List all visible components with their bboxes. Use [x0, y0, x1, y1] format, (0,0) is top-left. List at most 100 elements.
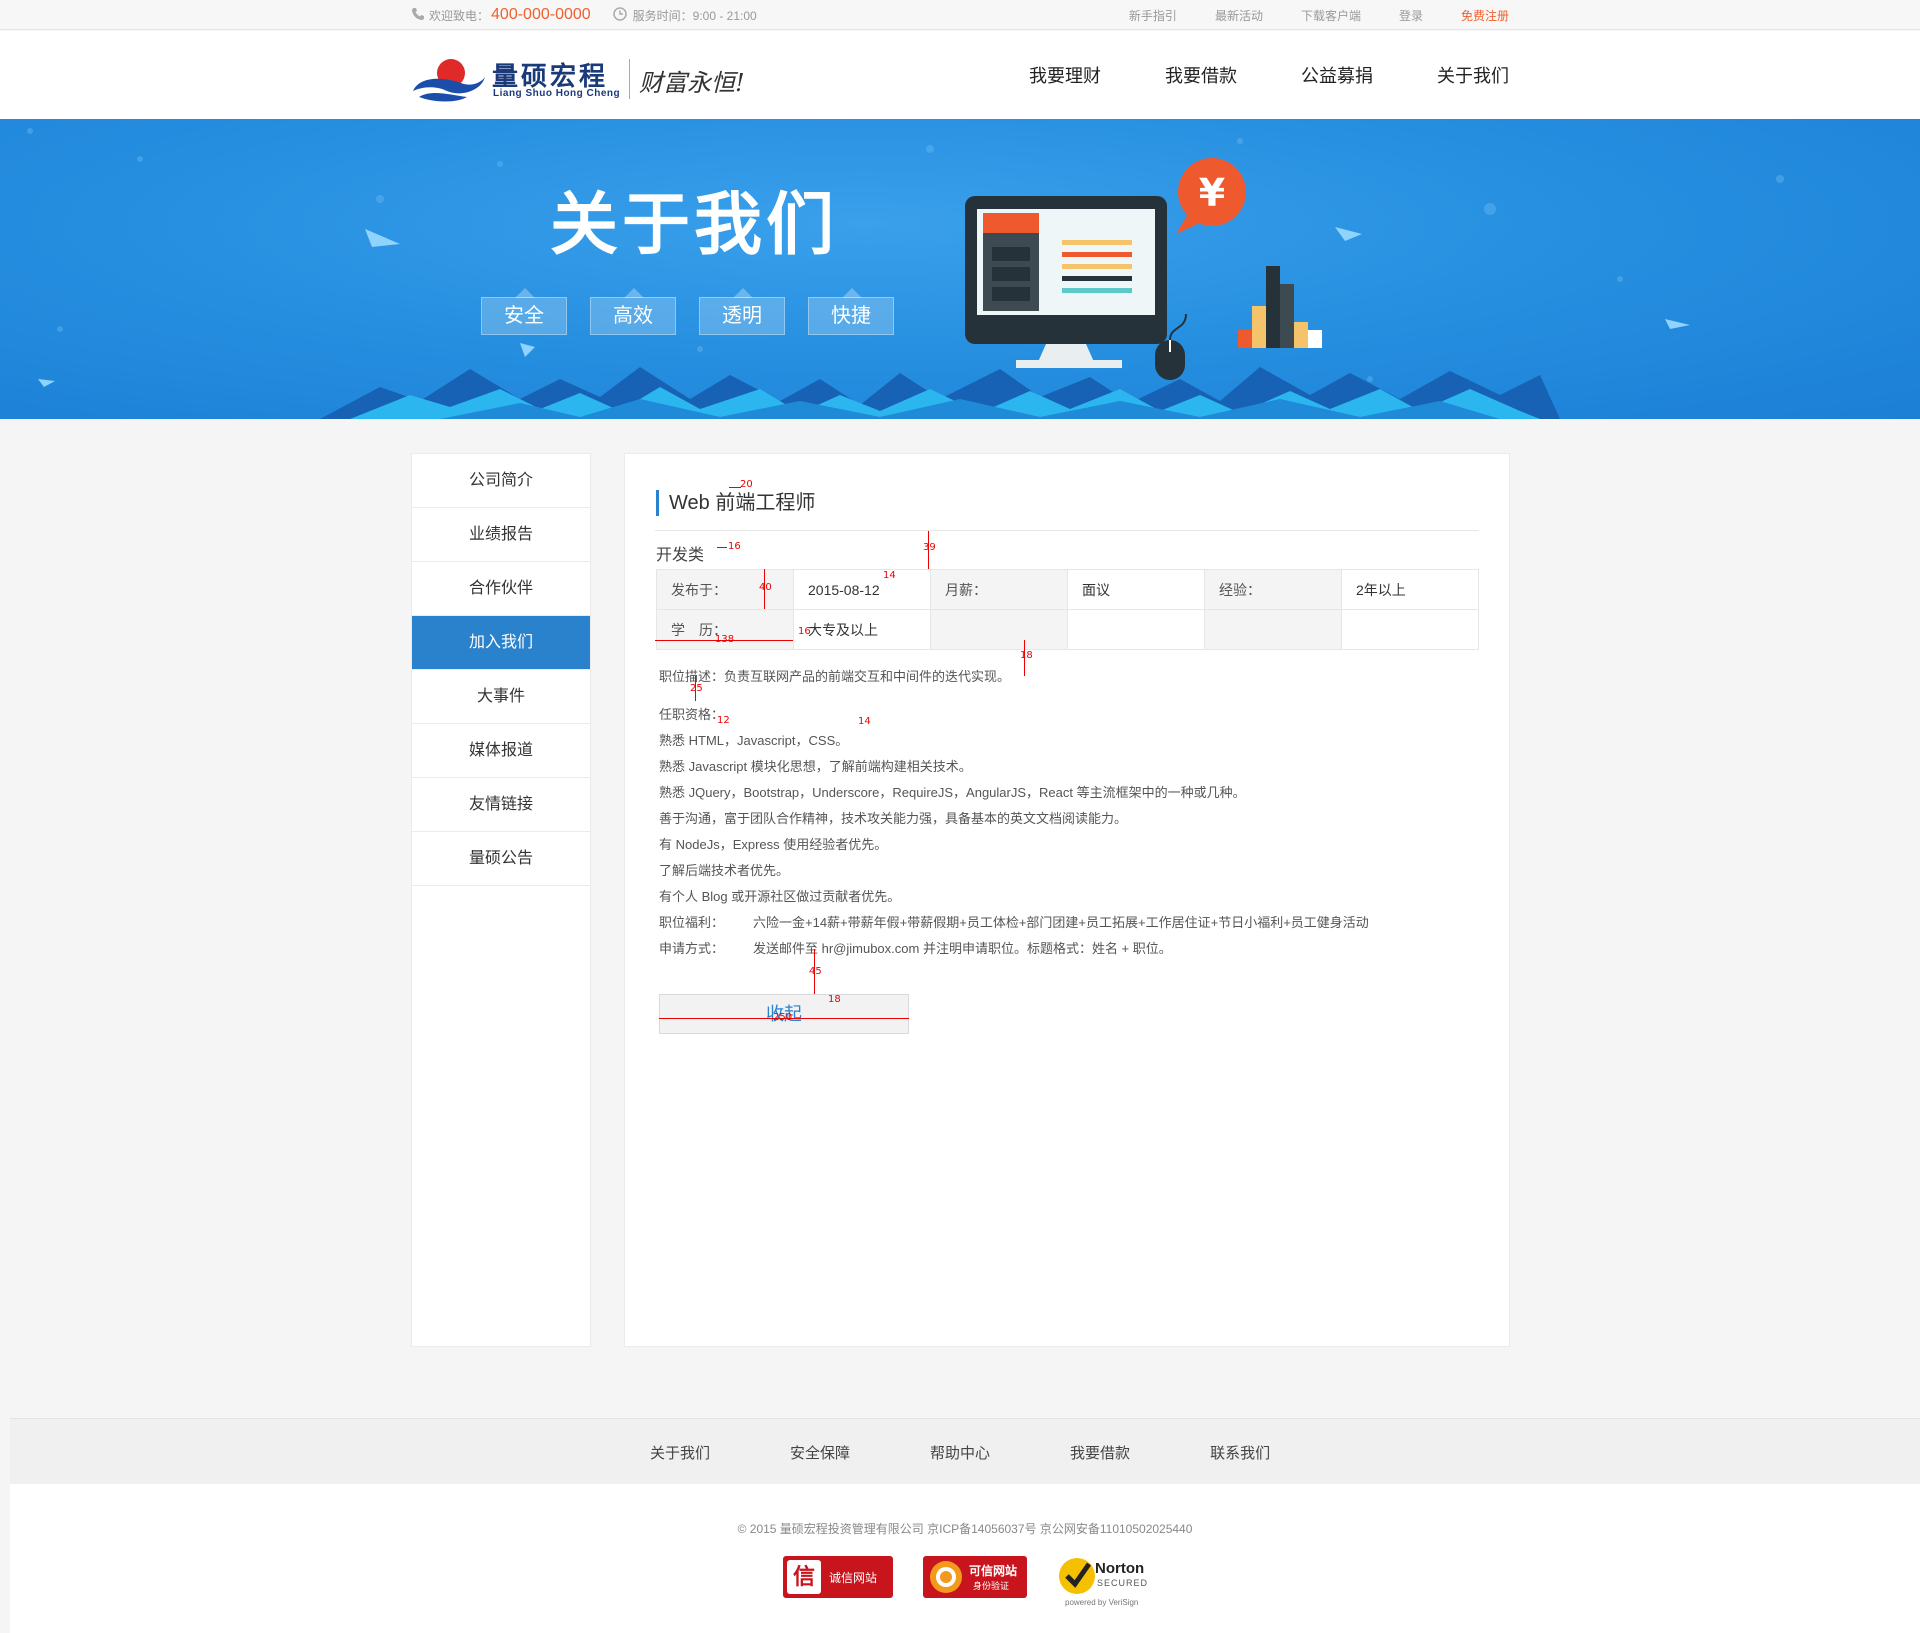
- job-info-table: 发布于： 2015-08-12 月薪： 面议 经验： 2年以上 学 历： 大专及…: [656, 569, 1479, 650]
- spec-annotation: 18: [828, 994, 841, 1005]
- spec-annotation: 12: [717, 715, 730, 726]
- trusted-site-badge[interactable]: 可信网站 身份验证: [923, 1556, 1027, 1598]
- job-detail-panel: Web 前端工程师 开发类 发布于： 2015-08-12 月薪： 面议 经验：…: [624, 453, 1510, 1347]
- download-client-link[interactable]: 下载客户端: [1301, 7, 1361, 24]
- job-title: Web 前端工程师: [656, 490, 815, 516]
- requirements-title: 任职资格：: [659, 707, 725, 722]
- service-hours: 服务时间：9:00 - 21:00: [632, 8, 757, 23]
- nav-borrow[interactable]: 我要借款: [1165, 62, 1237, 88]
- footer-link-security[interactable]: 安全保障: [790, 1442, 850, 1463]
- job-description: 职位描述：负责互联网产品的前端交互和中间件的迭代实现。 任职资格： 熟悉 HTM…: [659, 664, 1499, 962]
- site-footer: © 2015 量硕宏程投资管理有限公司 京ICP备14056037号 京公网安备…: [10, 1484, 1920, 1633]
- sidebar-item-join-us[interactable]: 加入我们: [412, 616, 590, 670]
- clock-icon: [612, 6, 627, 24]
- spec-annotation: 20: [740, 479, 753, 490]
- spec-annotation: 25: [690, 683, 703, 694]
- spec-annotation: 18: [1020, 650, 1033, 661]
- about-sidebar: 公司简介 业绩报告 合作伙伴 加入我们 大事件 媒体报道 友情链接 量硕公告: [411, 453, 591, 1347]
- logo[interactable]: 量硕宏程 Liang Shuo Hong Cheng 财富永恒!: [411, 53, 751, 103]
- footer-nav: 关于我们 安全保障 帮助中心 我要借款 联系我们: [10, 1418, 1920, 1484]
- spec-annotation: 14: [883, 570, 896, 581]
- tag-transparent: 透明: [699, 288, 785, 335]
- newbie-guide-link[interactable]: 新手指引: [1129, 7, 1177, 24]
- table-cell: 2015-08-12: [793, 569, 931, 610]
- table-cell: 经验：: [1204, 569, 1342, 610]
- list-item: 善于沟通，富于团队合作精神，技术攻关能力强，具备基本的英文文档阅读能力。: [659, 811, 1128, 826]
- spec-annotation: 250: [773, 1012, 793, 1023]
- top-bar: 欢迎致电： 400-000-0000 服务时间：9:00 - 21:00 新手指…: [0, 0, 1920, 30]
- sidebar-item-performance[interactable]: 业绩报告: [412, 508, 590, 562]
- table-cell: 面议: [1067, 569, 1205, 610]
- credit-site-badge[interactable]: 信 诚信网站: [783, 1556, 893, 1598]
- list-item: 有个人 Blog 或开源社区做过贡献者优先。: [659, 889, 901, 904]
- spec-annotation: 39: [923, 542, 936, 553]
- table-row: 发布于： 2015-08-12 月薪： 面议 经验： 2年以上: [656, 569, 1479, 610]
- latest-events-link[interactable]: 最新活动: [1215, 7, 1263, 24]
- benefits-value: 六险一金+14薪+带薪年假+带薪假期+员工体检+部门团建+员工拓展+工作居住证+…: [753, 915, 1369, 930]
- trusted-site-sub: 身份验证: [973, 1581, 1010, 1591]
- footer-link-about[interactable]: 关于我们: [650, 1442, 710, 1463]
- nav-invest[interactable]: 我要理财: [1029, 62, 1101, 88]
- register-link[interactable]: 免费注册: [1461, 7, 1509, 24]
- norton-label: Norton: [1095, 1560, 1145, 1577]
- hero-banner: 关于我们 安全 高效 透明 快捷 ¥: [0, 119, 1920, 419]
- slogan: 财富永恒!: [639, 69, 745, 97]
- table-cell: [1067, 609, 1205, 650]
- list-item: 了解后端技术者优先。: [659, 863, 790, 878]
- banner-tags: 安全 高效 透明 快捷: [481, 288, 917, 335]
- list-item: 有 NodeJs，Express 使用经验者优先。: [659, 837, 888, 852]
- table-cell: 2年以上: [1341, 569, 1479, 610]
- footer-link-contact[interactable]: 联系我们: [1210, 1442, 1270, 1463]
- currency-symbol: ¥: [1199, 171, 1225, 215]
- sidebar-item-announcements[interactable]: 量硕公告: [412, 832, 590, 886]
- list-item: 熟悉 HTML，Javascript，CSS。: [659, 733, 849, 748]
- norton-secured-label: SECURED: [1097, 1578, 1149, 1588]
- spec-annotation: 16: [728, 541, 741, 552]
- trusted-site-label: 可信网站: [969, 1564, 1018, 1578]
- table-cell: 大专及以上: [793, 609, 931, 650]
- login-link[interactable]: 登录: [1399, 7, 1423, 24]
- spec-annotation: 45: [809, 966, 822, 977]
- brand-pinyin: Liang Shuo Hong Cheng: [493, 88, 621, 99]
- tag-efficient: 高效: [590, 288, 676, 335]
- nav-about[interactable]: 关于我们: [1437, 62, 1509, 88]
- sidebar-item-links[interactable]: 友情链接: [412, 778, 590, 832]
- table-cell: [930, 609, 1068, 650]
- apply-label: 申请方式：: [659, 941, 725, 956]
- sidebar-item-milestones[interactable]: 大事件: [412, 670, 590, 724]
- logo-divider: [629, 59, 630, 99]
- site-header: 量硕宏程 Liang Shuo Hong Cheng 财富永恒! 我要理财 我要…: [0, 31, 1920, 119]
- tag-fast: 快捷: [808, 288, 894, 335]
- table-cell: 月薪：: [930, 569, 1068, 610]
- nav-charity[interactable]: 公益募捐: [1301, 62, 1373, 88]
- table-row: 学 历： 大专及以上: [656, 609, 1479, 650]
- table-cell: 发布于：: [656, 569, 794, 610]
- description-line: 职位描述：负责互联网产品的前端交互和中间件的迭代实现。: [659, 669, 1011, 684]
- spec-annotation: 138: [715, 634, 735, 645]
- title-divider: [655, 530, 1479, 531]
- phone-icon: [411, 7, 425, 24]
- norton-check-icon: [1059, 1558, 1095, 1594]
- logo-mark-icon: [413, 59, 485, 102]
- footer-link-help[interactable]: 帮助中心: [930, 1442, 990, 1463]
- sidebar-item-media[interactable]: 媒体报道: [412, 724, 590, 778]
- benefits-row: 职位福利： 六险一金+14薪+带薪年假+带薪假期+员工体检+部门团建+员工拓展+…: [659, 910, 1499, 936]
- apply-value: 发送邮件至 hr@jimubox.com 并注明申请职位。标题格式：姓名 + 职…: [753, 941, 1172, 956]
- spec-line: [729, 487, 741, 488]
- list-item: 熟悉 JQuery，Bootstrap，Underscore，RequireJS…: [659, 785, 1246, 800]
- banner-title: 关于我们: [550, 187, 839, 263]
- spec-annotation: 16: [798, 626, 811, 637]
- banner-mountains: [320, 367, 1560, 419]
- tag-safe: 安全: [481, 288, 567, 335]
- phone-number: 400-000-0000: [491, 6, 591, 23]
- trusted-site-icon: [930, 1561, 962, 1593]
- job-category: 开发类: [656, 547, 705, 564]
- norton-secured-badge[interactable]: Norton SECURED powered by VeriSign: [1057, 1556, 1157, 1607]
- trust-badges: 信 诚信网站 可信网站 身份验证 Norton SECURED powered …: [783, 1556, 1187, 1607]
- footer-link-borrow[interactable]: 我要借款: [1070, 1442, 1130, 1463]
- sidebar-item-company-intro[interactable]: 公司简介: [412, 454, 590, 508]
- main-nav: 我要理财 我要借款 公益募捐 关于我们: [965, 31, 1509, 119]
- table-cell: [1341, 609, 1479, 650]
- norton-powered: powered by VeriSign: [1065, 1598, 1139, 1607]
- sidebar-item-partners[interactable]: 合作伙伴: [412, 562, 590, 616]
